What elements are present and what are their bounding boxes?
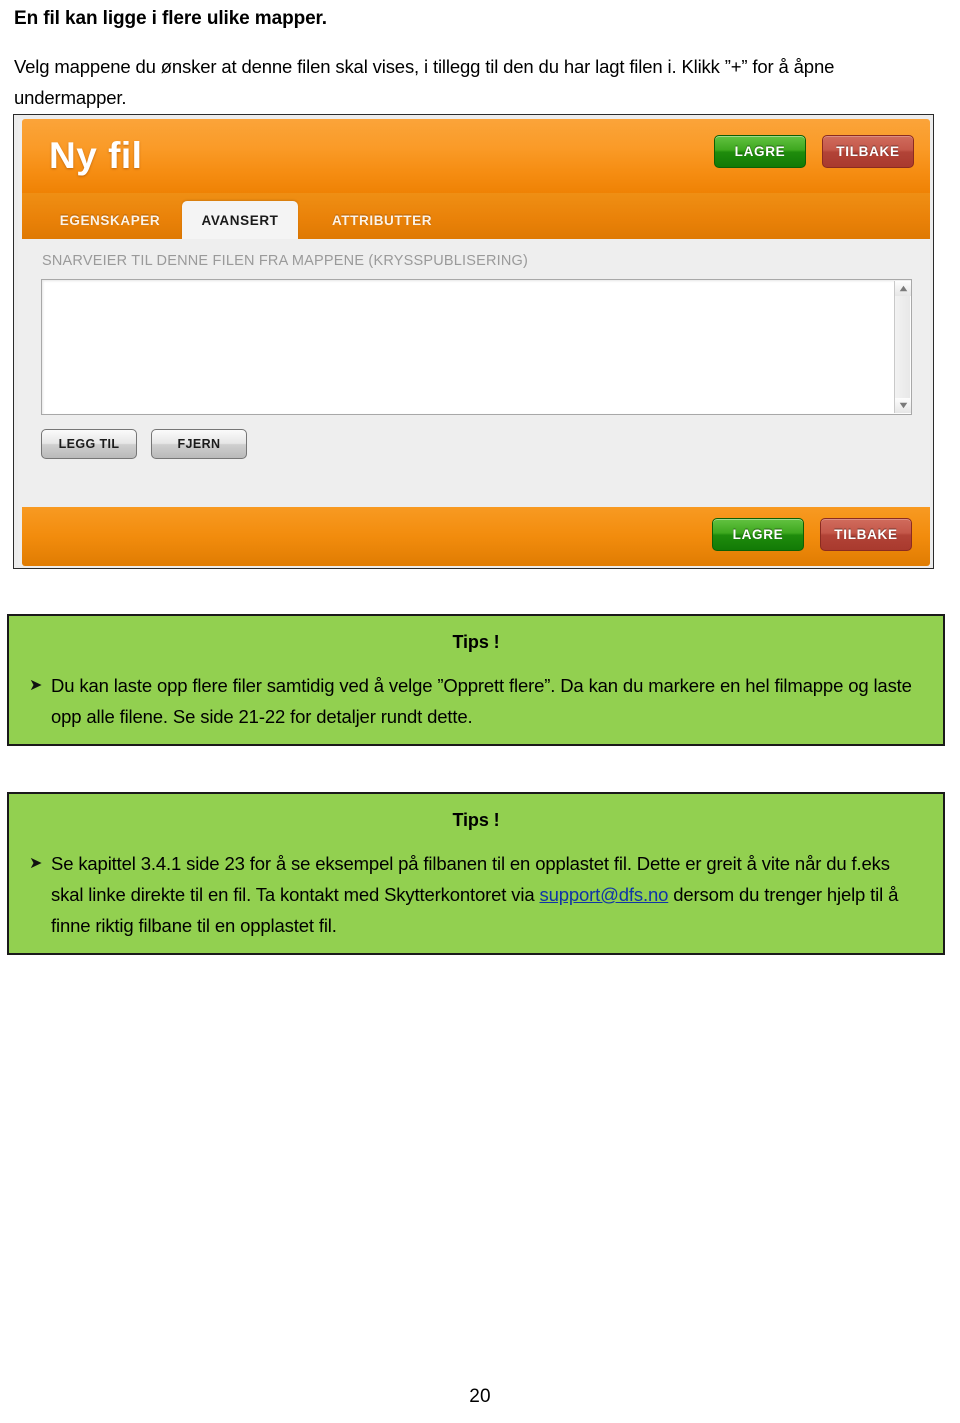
triangle-down-icon[interactable] xyxy=(895,398,911,413)
app-content-panel: SNARVEIER TIL DENNE FILEN FRA MAPPENE (K… xyxy=(22,239,930,507)
app-window: Ny fil LAGRE TILBAKE EGENSKAPER AVANSERT… xyxy=(18,119,930,566)
support-email-link[interactable]: support@dfs.no xyxy=(539,884,668,905)
listbox-button-group: LEGG TIL FJERN xyxy=(41,429,247,459)
tips-title-1: Tips ! xyxy=(452,632,500,652)
intro-paragraph: Velg mappene du ønsker at denne filen sk… xyxy=(14,56,835,108)
tips-body-2: Se kapittel 3.4.1 side 23 for å se eksem… xyxy=(51,848,923,941)
tips-callout-1: Tips ! ➤ Du kan laste opp flere filer sa… xyxy=(7,614,945,746)
app-footer-bar: LAGRE TILBAKE xyxy=(22,507,930,566)
tips-body-1: Du kan laste opp flere filer samtidig ve… xyxy=(51,675,912,727)
remove-button[interactable]: FJERN xyxy=(151,429,247,459)
save-button-top[interactable]: LAGRE xyxy=(714,135,806,168)
footer-button-group: LAGRE TILBAKE xyxy=(712,518,912,551)
tab-avansert[interactable]: AVANSERT xyxy=(182,201,298,239)
back-button-top[interactable]: TILBAKE xyxy=(822,135,914,168)
page-number: 20 xyxy=(469,1386,491,1407)
add-button[interactable]: LEGG TIL xyxy=(41,429,137,459)
back-button-bottom[interactable]: TILBAKE xyxy=(820,518,912,551)
document-intro: En fil kan ligge i flere ulike mapper. V… xyxy=(14,4,932,113)
page-title: En fil kan ligge i flere ulike mapper. xyxy=(14,8,327,29)
crosspublish-field-label: SNARVEIER TIL DENNE FILEN FRA MAPPENE (K… xyxy=(42,253,529,269)
tab-egenskaper[interactable]: EGENSKAPER xyxy=(44,201,176,239)
tab-attributter[interactable]: ATTRIBUTTER xyxy=(312,201,452,239)
arrow-bullet-icon: ➤ xyxy=(29,855,43,872)
app-title: Ny fil xyxy=(49,135,143,176)
tab-strip: EGENSKAPER AVANSERT ATTRIBUTTER xyxy=(22,193,930,239)
app-header-bar: Ny fil LAGRE TILBAKE xyxy=(22,119,930,193)
embedded-screenshot: Ny fil LAGRE TILBAKE EGENSKAPER AVANSERT… xyxy=(13,114,934,569)
triangle-up-icon[interactable] xyxy=(895,281,911,296)
tips-bullet-row-1: ➤ Du kan laste opp flere filer samtidig … xyxy=(29,670,923,732)
tips-bullet-row-2: ➤ Se kapittel 3.4.1 side 23 for å se eks… xyxy=(29,848,923,941)
header-button-group: LAGRE TILBAKE xyxy=(714,135,914,168)
listbox-scrollbar[interactable] xyxy=(894,281,911,413)
tips-callout-2: Tips ! ➤ Se kapittel 3.4.1 side 23 for å… xyxy=(7,792,945,955)
crosspublish-listbox[interactable] xyxy=(41,279,912,415)
arrow-bullet-icon: ➤ xyxy=(29,677,43,694)
tips-title-2: Tips ! xyxy=(452,810,500,830)
save-button-bottom[interactable]: LAGRE xyxy=(712,518,804,551)
